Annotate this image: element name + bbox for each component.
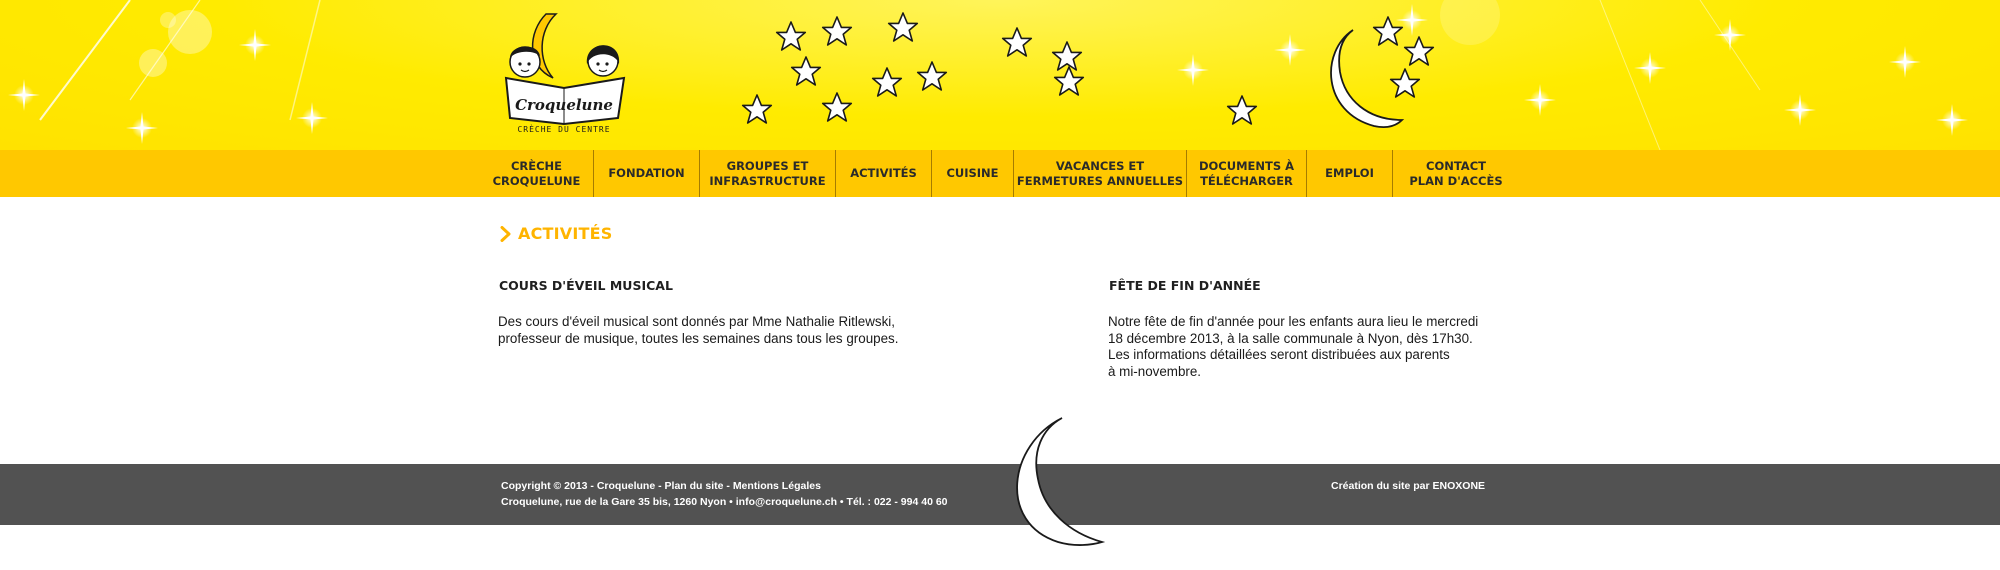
article-body: Notre fête de fin d'année pour les enfan… — [1108, 314, 1479, 379]
footer-copyright-line: Copyright © 2013 - Croquelune - Plan du … — [501, 478, 948, 494]
email-link[interactable]: info@croquelune.ch — [736, 496, 837, 508]
croquelune-logo[interactable]: Croquelune CRÈCHE DU CENTRE — [498, 6, 633, 136]
nav-item-creche-croquelune[interactable]: CRÈCHE CROQUELUNE — [480, 150, 594, 197]
article-eveil-musical: COURS D'ÉVEIL MUSICAL Des cours d'éveil … — [498, 278, 938, 347]
nav-item-cuisine[interactable]: CUISINE — [932, 150, 1014, 197]
sitemap-link[interactable]: Plan du site — [665, 480, 724, 492]
nav-item-documents[interactable]: DOCUMENTS À TÉLÉCHARGER — [1187, 150, 1307, 197]
footer-info: Copyright © 2013 - Croquelune - Plan du … — [501, 478, 948, 510]
phone-text: • Tél. : 022 - 994 40 60 — [837, 496, 948, 508]
page-title-block: ACTIVITÉS — [500, 224, 613, 243]
footer-credit: Création du site par ENOXONE — [1331, 478, 1485, 494]
footer-address-line: Croquelune, rue de la Gare 35 bis, 1260 … — [501, 494, 948, 510]
logo-subtitle: CRÈCHE DU CENTRE — [517, 123, 610, 134]
nav-item-groupes-infrastructure[interactable]: GROUPES ET INFRASTRUCTURE — [700, 150, 836, 197]
stars-background — [8, 0, 1968, 150]
article-heading: FÊTE DE FIN D'ANNÉE — [1109, 278, 1261, 293]
enoxone-link[interactable]: ENOXONE — [1433, 480, 1486, 492]
chevron-right-icon — [500, 225, 511, 242]
nav-item-contact-plan[interactable]: CONTACT PLAN D'ACCÈS — [1393, 150, 1519, 197]
address-text: Croquelune, rue de la Gare 35 bis, 1260 … — [501, 496, 736, 508]
nav-item-emploi[interactable]: EMPLOI — [1307, 150, 1393, 197]
nav-item-vacances-fermetures[interactable]: VACANCES ET FERMETURES ANNUELLES — [1014, 150, 1187, 197]
legal-link[interactable]: Mentions Légales — [733, 480, 821, 492]
separator: - — [723, 480, 733, 492]
article-heading: COURS D'ÉVEIL MUSICAL — [499, 278, 673, 293]
page-title: ACTIVITÉS — [518, 224, 613, 243]
moon-icon — [1016, 417, 1106, 546]
credit-text: Création du site par — [1331, 480, 1433, 492]
copyright-text: Copyright © 2013 - Croquelune — [501, 480, 656, 492]
nav-item-fondation[interactable]: FONDATION — [594, 150, 700, 197]
separator: - — [655, 480, 665, 492]
main-navigation: CRÈCHE CROQUELUNE FONDATION GROUPES ET I… — [0, 150, 2000, 197]
article-body: Des cours d'éveil musical sont donnés pa… — [498, 314, 899, 346]
nav-item-activites[interactable]: ACTIVITÉS — [836, 150, 932, 197]
logo-text: Croquelune — [515, 96, 613, 114]
article-fete-fin-annee: FÊTE DE FIN D'ANNÉE Notre fête de fin d'… — [1108, 278, 1548, 380]
header-banner: Croquelune CRÈCHE DU CENTRE — [0, 0, 2000, 150]
